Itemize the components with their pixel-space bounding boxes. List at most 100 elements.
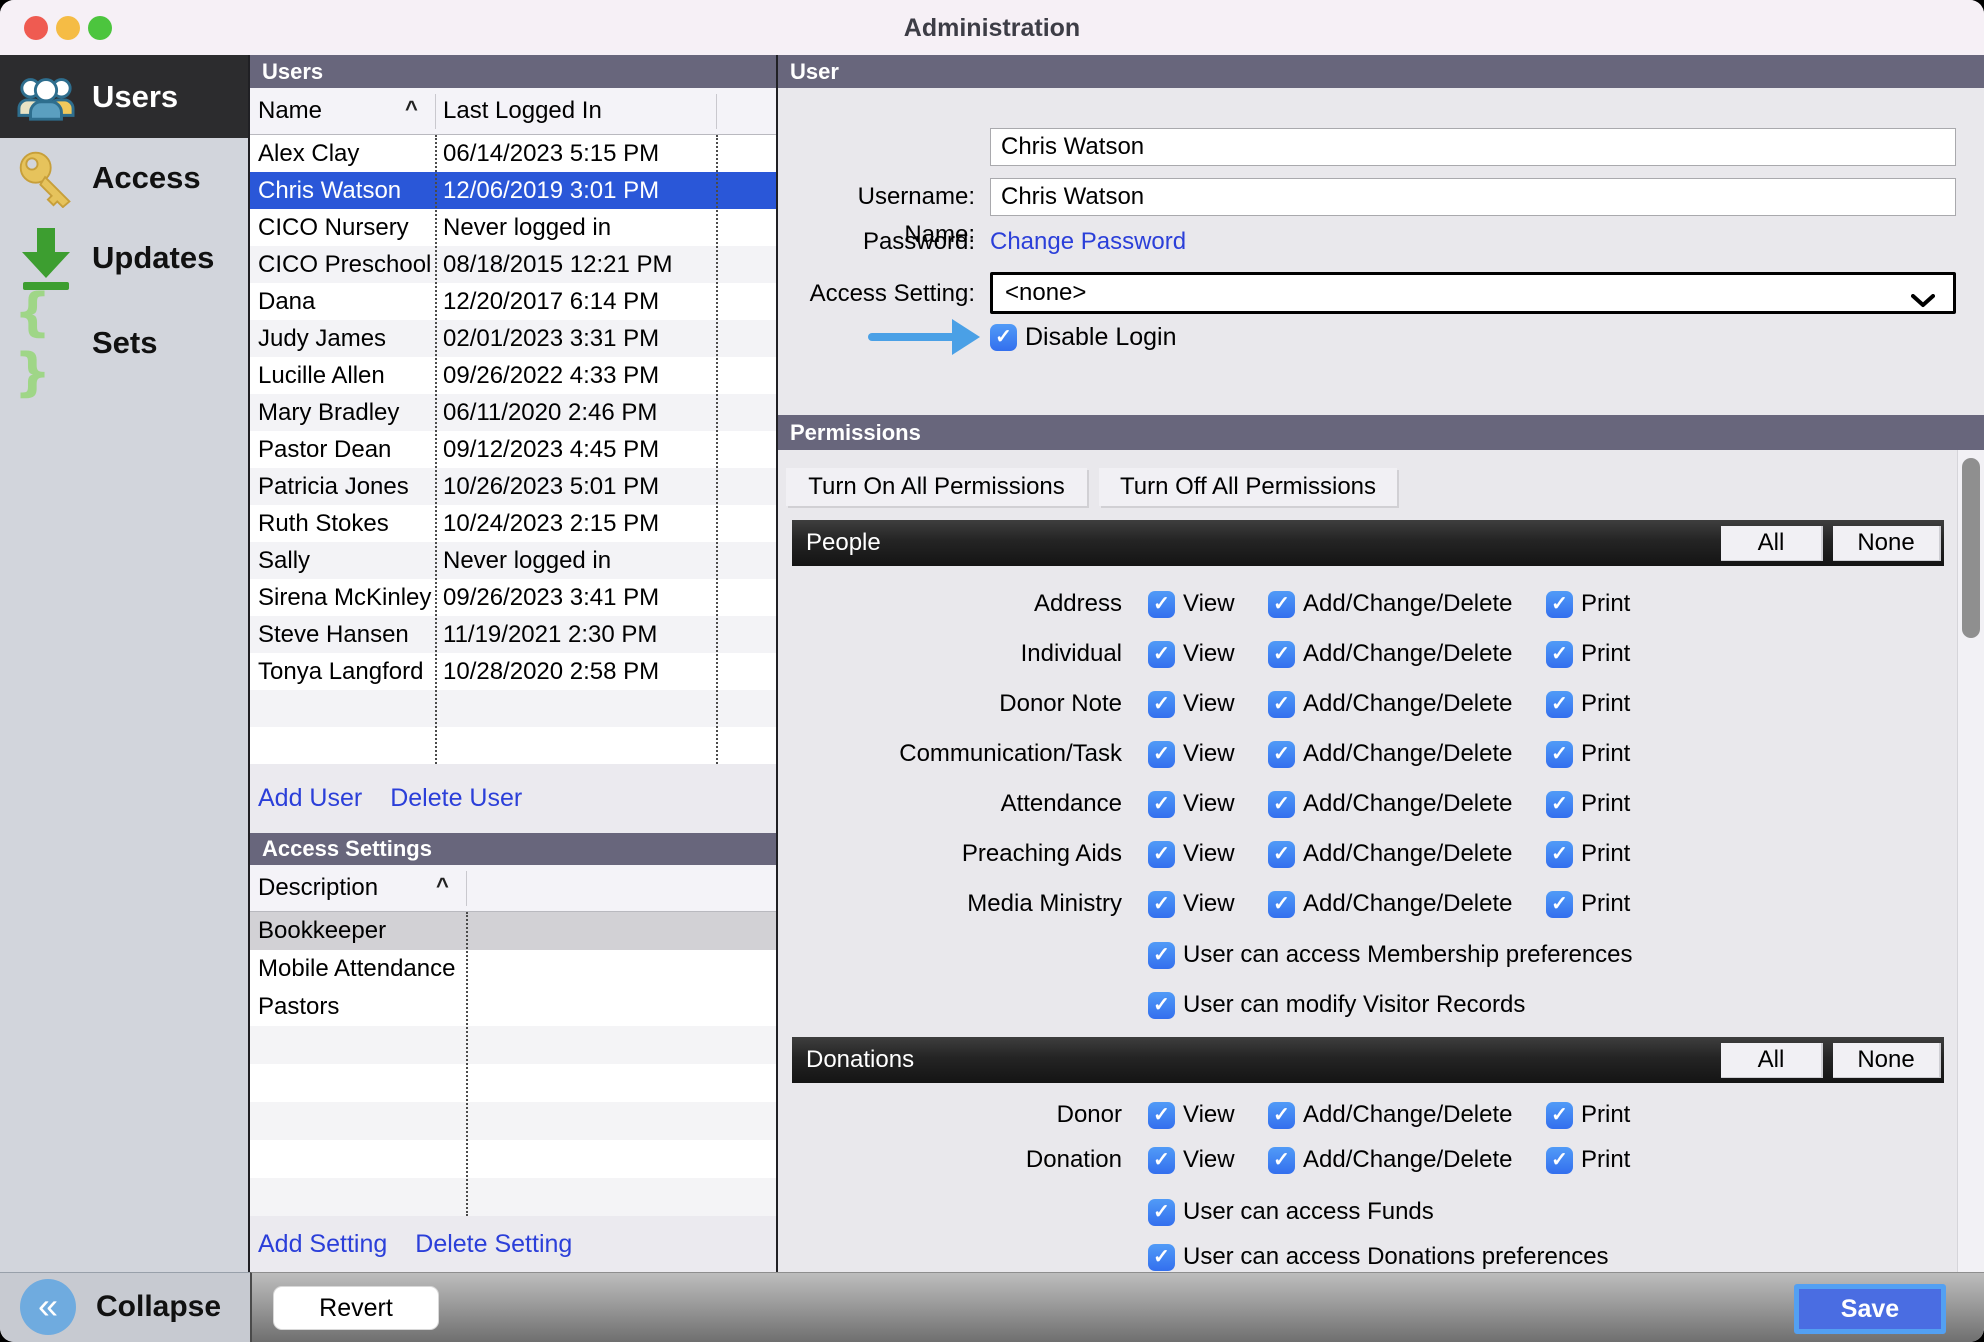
turn-on-all-permissions-button[interactable]: Turn On All Permissions (786, 468, 1087, 506)
users-column-last-logged-in[interactable]: Last Logged In (443, 88, 602, 134)
print-checkbox[interactable]: ✓ (1546, 891, 1573, 918)
user-name-cell: Judy James (250, 320, 435, 357)
add-change-delete-checkbox[interactable]: ✓ (1268, 891, 1295, 918)
permission-row-communication-task: Communication/Task✓View✓Add/Change/Delet… (0, 729, 1984, 779)
table-row-empty[interactable] (250, 1026, 778, 1064)
revert-button[interactable]: Revert (273, 1286, 439, 1330)
table-row-judy-james[interactable]: Judy James02/01/2023 3:31 PM (250, 320, 778, 357)
disable-login-checkbox[interactable]: ✓ (990, 324, 1017, 351)
view-label: View (1183, 640, 1235, 668)
add-change-delete-group: ✓Add/Change/Delete (1268, 779, 1512, 829)
last-logged-in-cell: 10/26/2023 5:01 PM (435, 468, 716, 505)
print-checkbox[interactable]: ✓ (1546, 741, 1573, 768)
name-field[interactable] (990, 128, 1956, 166)
print-checkbox[interactable]: ✓ (1546, 591, 1573, 618)
key-icon (14, 146, 78, 210)
permission-row-user-can-access-funds: ✓User can access Funds (0, 1187, 1984, 1237)
table-row-cico-nursery[interactable]: CICO NurseryNever logged in (250, 209, 778, 246)
all-button[interactable]: All (1721, 1043, 1823, 1078)
view-checkbox[interactable]: ✓ (1148, 791, 1175, 818)
print-group: ✓ Print (1546, 1090, 1630, 1140)
permission-category-label: Address (778, 579, 1122, 629)
scrollbar-thumb[interactable] (1962, 458, 1980, 638)
permissions-header: Permissions (778, 415, 1984, 450)
add-change-delete-checkbox[interactable]: ✓ (1268, 591, 1295, 618)
print-label: Print (1581, 1101, 1630, 1129)
add-change-delete-label: Add/Change/Delete (1303, 1146, 1512, 1174)
print-label: Print (1581, 790, 1630, 818)
view-checkbox[interactable]: ✓ (1148, 1147, 1175, 1174)
print-checkbox[interactable]: ✓ (1546, 791, 1573, 818)
add-change-delete-checkbox[interactable]: ✓ (1268, 741, 1295, 768)
user-name-cell: Pastor Dean (250, 431, 435, 468)
view-group: ✓ View (1148, 629, 1235, 679)
none-button[interactable]: None (1833, 1043, 1941, 1078)
view-label: View (1183, 1101, 1235, 1129)
view-group: ✓ View (1148, 729, 1235, 779)
change-password-link[interactable]: Change Password (990, 228, 1186, 256)
sidebar-item-sets[interactable]: { }Sets (0, 308, 250, 378)
add-change-delete-checkbox[interactable]: ✓ (1268, 791, 1295, 818)
table-row-chris-watson[interactable]: Chris Watson12/06/2019 3:01 PM (250, 172, 778, 209)
user-can-access-funds-checkbox[interactable]: ✓ (1148, 1199, 1175, 1226)
print-checkbox[interactable]: ✓ (1546, 691, 1573, 718)
view-checkbox[interactable]: ✓ (1148, 641, 1175, 668)
table-row-ruth-stokes[interactable]: Ruth Stokes10/24/2023 2:15 PM (250, 505, 778, 542)
table-row-pastor-dean[interactable]: Pastor Dean09/12/2023 4:45 PM (250, 431, 778, 468)
view-checkbox[interactable]: ✓ (1148, 1102, 1175, 1129)
view-checkbox[interactable]: ✓ (1148, 891, 1175, 918)
table-row-alex-clay[interactable]: Alex Clay06/14/2023 5:15 PM (250, 135, 778, 172)
username-label: Username: (778, 183, 975, 211)
username-field[interactable] (990, 178, 1956, 216)
view-checkbox[interactable]: ✓ (1148, 741, 1175, 768)
print-checkbox[interactable]: ✓ (1546, 1102, 1573, 1129)
print-checkbox[interactable]: ✓ (1546, 1147, 1573, 1174)
view-checkbox[interactable]: ✓ (1148, 591, 1175, 618)
administration-window: Administration UsersAccessUpdates{ }Sets… (0, 0, 1984, 1342)
scrollbar-track[interactable] (1957, 450, 1984, 1272)
table-row-lucille-allen[interactable]: Lucille Allen09/26/2022 4:33 PM (250, 357, 778, 394)
column-divider (716, 94, 717, 129)
user-panel-header: User (778, 55, 1984, 88)
add-change-delete-checkbox[interactable]: ✓ (1268, 1147, 1295, 1174)
add-change-delete-checkbox[interactable]: ✓ (1268, 1102, 1295, 1129)
turn-off-all-permissions-button[interactable]: Turn Off All Permissions (1099, 468, 1397, 506)
user-can-modify-visitor-records-checkbox[interactable]: ✓ (1148, 992, 1175, 1019)
print-group: ✓Print (1546, 829, 1630, 879)
user-can-access-donations-preferences-checkbox[interactable]: ✓ (1148, 1244, 1175, 1271)
user-name-cell: Lucille Allen (250, 357, 435, 394)
print-group: ✓Print (1546, 629, 1630, 679)
access-setting-dropdown[interactable]: <none> (990, 272, 1956, 314)
table-row-mary-bradley[interactable]: Mary Bradley06/11/2020 2:46 PM (250, 394, 778, 431)
user-can-access-membership-preferences-checkbox[interactable]: ✓ (1148, 942, 1175, 969)
users-column-name[interactable]: Name (258, 88, 322, 134)
sidebar-item-access[interactable]: Access (0, 143, 250, 213)
add-change-delete-checkbox[interactable]: ✓ (1268, 841, 1295, 868)
user-form: Name: Username: Password: Change Passwor… (778, 88, 1984, 415)
permission-category-label: Attendance (778, 779, 1122, 829)
user-can-access-membership-preferences-group: ✓User can access Membership preferences (1148, 930, 1633, 980)
view-checkbox[interactable]: ✓ (1148, 691, 1175, 718)
add-change-delete-checkbox[interactable]: ✓ (1268, 691, 1295, 718)
sidebar-item-users[interactable]: Users (0, 55, 250, 138)
none-button[interactable]: None (1833, 526, 1941, 561)
table-row-sally[interactable]: SallyNever logged in (250, 542, 778, 579)
view-label: View (1183, 740, 1235, 768)
add-change-delete-checkbox[interactable]: ✓ (1268, 641, 1295, 668)
collapse-button[interactable]: « (20, 1279, 76, 1335)
last-logged-in-cell: 08/18/2015 12:21 PM (435, 246, 716, 283)
table-row-cico-preschool[interactable]: CICO Preschool08/18/2015 12:21 PM (250, 246, 778, 283)
print-checkbox[interactable]: ✓ (1546, 641, 1573, 668)
print-checkbox[interactable]: ✓ (1546, 841, 1573, 868)
permission-row-user-can-modify-visitor-records: ✓User can modify Visitor Records (0, 980, 1984, 1030)
panel-divider (248, 55, 250, 1272)
save-button[interactable]: Save (1794, 1284, 1946, 1334)
print-group: ✓Print (1546, 579, 1630, 629)
users-table-header: Name ^ Last Logged In (250, 88, 778, 135)
all-button[interactable]: All (1721, 526, 1823, 561)
table-row-patricia-jones[interactable]: Patricia Jones10/26/2023 5:01 PM (250, 468, 778, 505)
table-row-dana[interactable]: Dana12/20/2017 6:14 PM (250, 283, 778, 320)
view-checkbox[interactable]: ✓ (1148, 841, 1175, 868)
add-change-delete-label: Add/Change/Delete (1303, 590, 1512, 618)
column-divider (435, 94, 436, 129)
